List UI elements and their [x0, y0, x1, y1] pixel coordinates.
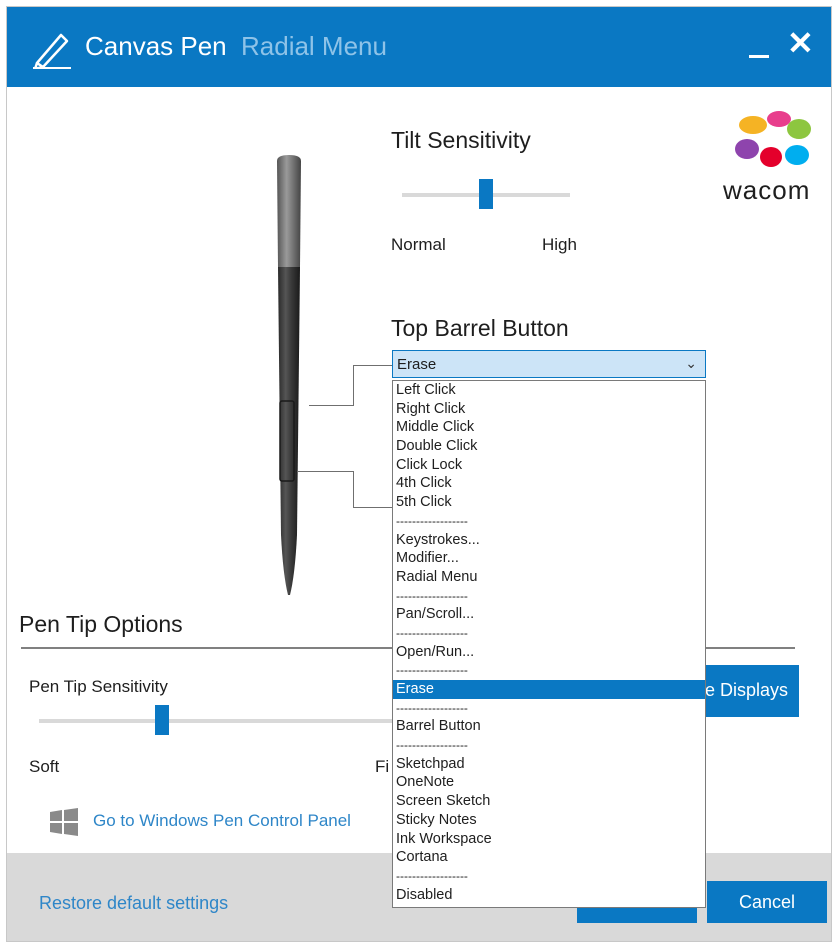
pen-tip-slider-thumb[interactable] — [155, 705, 169, 735]
displays-button[interactable]: e Displays — [697, 665, 799, 717]
tab-radial-menu[interactable]: Radial Menu — [241, 31, 387, 62]
pen-tip-sensitivity-label: Pen Tip Sensitivity — [29, 677, 168, 696]
wacom-logo-text: wacom — [723, 175, 811, 205]
tilt-heading: Tilt Sensitivity — [391, 127, 531, 153]
dropdown-option[interactable]: Click Lock — [393, 456, 705, 475]
dropdown-option[interactable]: Cortana — [393, 848, 705, 867]
pen-icon — [33, 33, 71, 69]
barrel-button-select[interactable]: Erase ⌄ — [392, 350, 706, 378]
pen-tip-max-label: Fi — [375, 757, 390, 776]
cancel-button-label: Cancel — [739, 892, 796, 912]
pen-tip-min-label: Soft — [29, 757, 60, 776]
windows-pen-control-link[interactable]: Go to Windows Pen Control Panel — [93, 811, 351, 831]
barrel-button-select-value: Erase — [397, 356, 437, 373]
dropdown-option[interactable]: Modifier... — [393, 549, 705, 568]
restore-defaults-link[interactable]: Restore default settings — [39, 893, 228, 914]
dropdown-option[interactable]: 4th Click — [393, 474, 705, 493]
dropdown-option[interactable]: Right Click — [393, 400, 705, 419]
dropdown-option[interactable]: Pan/Scroll... — [393, 605, 705, 624]
dropdown-option[interactable]: Disabled — [393, 886, 705, 905]
dropdown-option[interactable]: Keystrokes... — [393, 531, 705, 550]
windows-icon — [50, 808, 78, 836]
tilt-slider-thumb[interactable] — [479, 179, 493, 209]
window-title: Canvas Pen — [85, 31, 227, 61]
dropdown-separator: ------------------ — [396, 738, 468, 753]
dropdown-option[interactable]: Open/Run... — [393, 643, 705, 662]
connector-line — [353, 507, 393, 508]
dropdown-separator: ------------------ — [396, 868, 468, 883]
barrel-button-dropdown[interactable]: Left Click Right Click Middle Click Double … — [392, 380, 706, 908]
dropdown-option[interactable]: Sketchpad — [393, 755, 705, 774]
wacom-logo — [735, 111, 811, 167]
connector-line — [309, 405, 353, 406]
dropdown-separator: ------------------ — [396, 588, 468, 603]
pen-tip-heading: Pen Tip Options — [19, 611, 183, 637]
barrel-heading: Top Barrel Button — [391, 315, 569, 341]
dropdown-option[interactable]: 5th Click — [393, 493, 705, 512]
chevron-down-icon[interactable]: ⌄ — [685, 355, 697, 372]
pen-illustration — [277, 155, 301, 595]
cancel-button[interactable]: Cancel — [707, 881, 827, 923]
connector-line — [297, 471, 353, 472]
dropdown-option[interactable]: Middle Click — [393, 418, 705, 437]
connector-line — [353, 365, 393, 366]
dropdown-option[interactable]: Erase — [393, 680, 705, 699]
settings-window: Canvas Pen Radial Menu ✕ Tilt Sensitivit… — [6, 6, 832, 942]
title-bar: Canvas Pen Radial Menu ✕ — [7, 7, 831, 87]
dropdown-option[interactable]: Left Click — [393, 381, 705, 400]
dropdown-option[interactable]: Sticky Notes — [393, 811, 705, 830]
minimize-button[interactable] — [747, 29, 773, 59]
dropdown-option[interactable]: Double Click — [393, 437, 705, 456]
dropdown-separator: ------------------ — [396, 625, 468, 640]
close-button[interactable]: ✕ — [787, 23, 814, 63]
dropdown-option[interactable]: Radial Menu — [393, 568, 705, 587]
dropdown-separator: ------------------ — [396, 663, 468, 678]
dropdown-separator: ------------------ — [396, 513, 468, 528]
displays-button-label: e Displays — [705, 680, 789, 700]
tilt-max-label: High — [542, 235, 577, 254]
connector-line — [353, 471, 354, 507]
dropdown-option[interactable]: OneNote — [393, 773, 705, 792]
tilt-min-label: Normal — [391, 235, 446, 254]
dropdown-separator: ------------------ — [396, 700, 468, 715]
dropdown-option[interactable]: Screen Sketch — [393, 792, 705, 811]
dropdown-option[interactable]: Ink Workspace — [393, 830, 705, 849]
connector-line — [353, 365, 354, 406]
pen-tip-slider-track[interactable] — [39, 719, 399, 723]
dropdown-option[interactable]: Barrel Button — [393, 717, 705, 736]
